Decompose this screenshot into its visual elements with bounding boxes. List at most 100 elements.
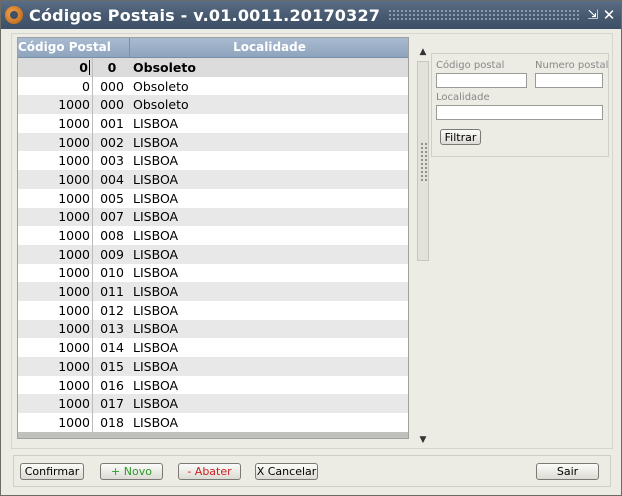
- title-grip: [388, 9, 579, 21]
- table-row[interactable]: 1000 000 Obsoleto: [18, 95, 408, 115]
- column-separator: [92, 114, 93, 133]
- codigo-postal-cell: 1000: [18, 97, 92, 112]
- cp4-value: 1000: [58, 246, 90, 262]
- codigo-postal-cell: 1000: [18, 396, 92, 411]
- column-separator: [92, 300, 93, 320]
- cp3-cell: 017: [100, 396, 124, 412]
- table-row[interactable]: 1000 016 LISBOA: [18, 375, 408, 395]
- cp4-value: 1000: [58, 171, 90, 187]
- abater-button[interactable]: - Abater: [178, 463, 241, 480]
- scroll-thumb[interactable]: [417, 61, 429, 261]
- cp4-value: 1000: [58, 209, 90, 225]
- localidade-cell: LISBOA: [133, 358, 179, 374]
- table-row[interactable]: 1000 013 LISBOA: [18, 319, 408, 339]
- localidade-label: Localidade: [436, 92, 490, 103]
- cp4-value: 1000: [58, 358, 90, 374]
- codigo-postal-cell: 1000: [18, 321, 92, 336]
- table-row[interactable]: 1000 017 LISBOA: [18, 394, 408, 414]
- scroll-track[interactable]: [417, 61, 429, 431]
- localidade-cell: LISBOA: [133, 340, 179, 356]
- table-row[interactable]: 0 0 Obsoleto: [18, 58, 408, 77]
- table-row[interactable]: 1000 014 LISBOA: [18, 338, 408, 357]
- column-header-localidade[interactable]: Localidade: [131, 38, 408, 58]
- grid-header: Código Postal Localidade: [18, 38, 408, 58]
- title-bar[interactable]: Códigos Postais - v.01.0011.20170327 ⇲ ✕: [1, 1, 621, 29]
- minimize-icon[interactable]: ⇲: [585, 8, 601, 23]
- column-separator: [92, 338, 93, 357]
- cp3-cell: 001: [100, 115, 124, 131]
- numero-postal-label: Numero postal: [535, 60, 609, 71]
- column-header-codigo-postal[interactable]: Código Postal: [18, 38, 130, 58]
- column-separator: [92, 413, 93, 432]
- localidade-cell: Obsoleto: [133, 59, 196, 75]
- codigo-postal-cell: 1000: [18, 228, 92, 243]
- postal-codes-window: Códigos Postais - v.01.0011.20170327 ⇲ ✕…: [0, 0, 622, 496]
- table-row[interactable]: 1000 004 LISBOA: [18, 170, 408, 189]
- table-row[interactable]: 0 000 Obsoleto: [18, 76, 408, 96]
- codigo-postal-cell: 1000: [18, 284, 92, 299]
- table-row[interactable]: 1000 009 LISBOA: [18, 244, 408, 264]
- close-icon[interactable]: ✕: [601, 6, 617, 24]
- table-row[interactable]: 1000 007 LISBOA: [18, 207, 408, 227]
- column-separator: [92, 132, 93, 152]
- column-separator: [92, 58, 93, 77]
- table-row[interactable]: 1000 002 LISBOA: [18, 132, 408, 152]
- table-row[interactable]: 1000 008 LISBOA: [18, 226, 408, 245]
- grid-rows: 0 0 Obsoleto 0 000 Obsoleto 1000 000 Obsoleto 100…: [18, 58, 408, 432]
- cp3-cell: 000: [100, 97, 124, 113]
- table-row[interactable]: 1000 015 LISBOA: [18, 357, 408, 376]
- localidade-cell: Obsoleto: [133, 97, 189, 113]
- table-row[interactable]: 1000 011 LISBOA: [18, 282, 408, 301]
- cp4-value: 1000: [58, 265, 90, 281]
- codigo-postal-cell: 1000: [18, 415, 92, 430]
- localidade-cell: Obsoleto: [133, 78, 189, 94]
- cp3-cell: 016: [100, 377, 124, 393]
- codigo-postal-cell: 1000: [18, 378, 92, 393]
- table-row[interactable]: 1000 001 LISBOA: [18, 114, 408, 133]
- cp3-cell: 014: [100, 340, 124, 356]
- cp3-cell: 012: [100, 302, 124, 318]
- sair-button[interactable]: Sair: [536, 463, 599, 480]
- localidade-cell: LISBOA: [133, 134, 179, 150]
- table-row[interactable]: 1000 003 LISBOA: [18, 151, 408, 171]
- postal-code-grid[interactable]: Código Postal Localidade 0 0 Obsoleto 0 000 O…: [17, 37, 409, 439]
- scroll-down-icon[interactable]: ▼: [415, 433, 431, 447]
- cp4-value: 1000: [58, 190, 90, 206]
- table-row[interactable]: 1000 005 LISBOA: [18, 188, 408, 208]
- numero-postal-input[interactable]: [535, 73, 603, 88]
- codigo-postal-cell: 1000: [18, 209, 92, 224]
- table-row[interactable]: 1000 012 LISBOA: [18, 300, 408, 320]
- filtrar-button[interactable]: Filtrar: [440, 129, 481, 145]
- localidade-cell: LISBOA: [133, 153, 179, 169]
- codigo-postal-input[interactable]: [436, 73, 527, 88]
- scroll-up-icon[interactable]: ▲: [415, 45, 431, 59]
- column-separator: [92, 375, 93, 395]
- localidade-input[interactable]: [436, 105, 603, 120]
- column-separator: [92, 226, 93, 245]
- cp3-cell: 002: [100, 134, 124, 150]
- codigo-postal-cell: 1000: [18, 116, 92, 131]
- column-separator: [92, 188, 93, 208]
- filter-panel: Código postal Numero postal Localidade F…: [431, 53, 609, 157]
- cp4-value: 1000: [58, 414, 90, 430]
- localidade-cell: LISBOA: [133, 414, 179, 430]
- localidade-cell: LISBOA: [133, 321, 179, 337]
- vertical-scrollbar[interactable]: ▲ ▼: [415, 45, 431, 447]
- codigo-postal-cell: 1000: [18, 340, 92, 355]
- cp3-cell: 010: [100, 265, 124, 281]
- localidade-cell: LISBOA: [133, 171, 179, 187]
- scroll-grip: [420, 142, 428, 182]
- table-row[interactable]: 1000 018 LISBOA: [18, 413, 408, 432]
- localidade-cell: LISBOA: [133, 115, 179, 131]
- cp4-value: 1000: [58, 377, 90, 393]
- cp3-cell: 0: [107, 59, 117, 75]
- cp4-value: 1000: [58, 134, 90, 150]
- cp4-value: 1000: [58, 396, 90, 412]
- localidade-cell: LISBOA: [133, 302, 179, 318]
- cp3-cell: 007: [100, 209, 124, 225]
- confirmar-button[interactable]: Confirmar: [20, 463, 84, 480]
- cancelar-button[interactable]: X Cancelar: [255, 463, 318, 480]
- novo-button[interactable]: + Novo: [100, 463, 163, 480]
- column-separator: [92, 151, 93, 171]
- table-row[interactable]: 1000 010 LISBOA: [18, 263, 408, 283]
